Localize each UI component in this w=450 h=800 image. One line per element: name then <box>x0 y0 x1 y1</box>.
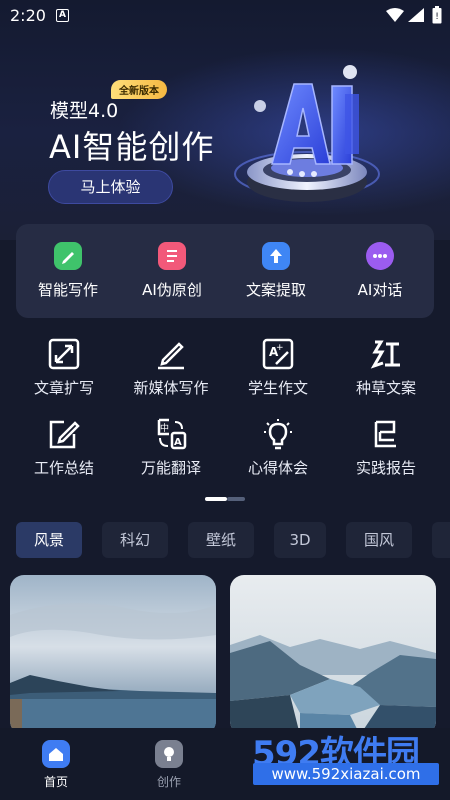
landscape-image <box>230 575 436 735</box>
tab-guofeng[interactable]: 国风 <box>346 522 412 558</box>
lightbulb-icon <box>264 419 292 450</box>
quick-action-ai-rewrite[interactable]: AI伪原创 <box>120 242 224 300</box>
tab-scifi[interactable]: 科幻 <box>102 522 168 558</box>
new-version-badge: 全新版本 <box>111 80 167 99</box>
nav-label: 首页 <box>43 775 68 789</box>
tab-wallpaper[interactable]: 壁纸 <box>188 522 254 558</box>
tab-scenery[interactable]: 风景 <box>16 522 82 558</box>
tool-label: 种草文案 <box>355 379 416 397</box>
notification-icon: A <box>56 9 69 22</box>
tool-label: 心得体会 <box>247 459 308 477</box>
quick-action-ai-chat[interactable]: AI对话 <box>328 242 432 300</box>
tool-label: 万能翻译 <box>140 459 201 477</box>
tool-label: 学生作文 <box>247 379 308 397</box>
hong-character-icon <box>370 340 400 369</box>
ai-3d-logo-icon <box>234 65 380 202</box>
tool-student-essay[interactable]: A + 学生作文 <box>222 338 334 398</box>
tool-universal-translate[interactable]: 中 A 万能翻译 <box>115 418 227 478</box>
tool-new-media-writing[interactable]: 新媒体写作 <box>115 338 227 398</box>
tab-more-partial[interactable] <box>432 522 450 558</box>
quick-action-label: AI对话 <box>357 281 403 299</box>
quick-action-label: 文案提取 <box>245 281 306 299</box>
notepad-edit-icon <box>49 420 80 449</box>
tool-label: 文章扩写 <box>33 379 94 397</box>
quick-action-label: AI伪原创 <box>142 281 202 299</box>
tool-practice-report[interactable]: 实践报告 <box>330 418 442 478</box>
translate-icon: 中 A <box>157 418 187 450</box>
try-now-button[interactable]: 马上体验 <box>48 170 173 204</box>
image-card-landscape-1[interactable] <box>10 575 216 735</box>
tool-label: 工作总结 <box>33 459 94 477</box>
page-indicator <box>205 497 245 501</box>
home-icon <box>42 740 70 768</box>
svg-text:+: + <box>276 343 284 353</box>
svg-text:!: ! <box>435 12 439 22</box>
pen-note-icon <box>54 242 82 270</box>
flag-report-icon <box>374 420 396 448</box>
tool-work-summary[interactable]: 工作总结 <box>8 418 120 478</box>
pen-line-icon <box>158 342 184 370</box>
status-bar: 2:20 A ! <box>0 0 450 32</box>
model-version-label: 模型4.0 <box>50 100 119 122</box>
document-icon <box>158 242 186 270</box>
tool-label: 新媒体写作 <box>133 379 209 397</box>
quick-action-label: 智能写作 <box>37 281 98 299</box>
page-indicator-active <box>205 497 227 501</box>
bulb-icon <box>155 740 183 768</box>
tool-label: 实践报告 <box>355 459 416 477</box>
image-card-landscape-2[interactable] <box>230 575 436 735</box>
nav-create[interactable]: 创作 <box>139 740 199 790</box>
svg-text:中: 中 <box>160 422 169 434</box>
page-indicator-inactive <box>227 497 245 501</box>
quick-action-copy-extract[interactable]: 文案提取 <box>224 242 328 300</box>
tool-recommend-copy[interactable]: 种草文案 <box>330 338 442 398</box>
banner-title: AI智能创作 <box>49 128 215 166</box>
quick-action-smart-writing[interactable]: 智能写作 <box>16 242 120 300</box>
signal-icon <box>408 8 424 22</box>
watermark-url: www.592xiazai.com <box>253 763 439 785</box>
landscape-image <box>10 575 216 735</box>
status-time: 2:20 <box>10 6 46 25</box>
svg-text:A: A <box>174 437 182 448</box>
upload-arrow-icon <box>262 242 290 270</box>
tool-reflection[interactable]: 心得体会 <box>222 418 334 478</box>
chat-bubble-icon <box>366 242 394 270</box>
expand-icon <box>48 338 80 370</box>
battery-icon: ! <box>432 6 442 24</box>
edit-a-plus-icon: A + <box>262 338 294 370</box>
nav-label: 创作 <box>156 775 181 789</box>
wifi-icon <box>386 8 404 22</box>
tab-3d[interactable]: 3D <box>274 522 326 558</box>
tool-article-expand[interactable]: 文章扩写 <box>8 338 120 398</box>
nav-home[interactable]: 首页 <box>26 740 86 790</box>
quick-actions-panel: 智能写作 AI伪原创 文案提取 AI对话 <box>16 224 434 318</box>
